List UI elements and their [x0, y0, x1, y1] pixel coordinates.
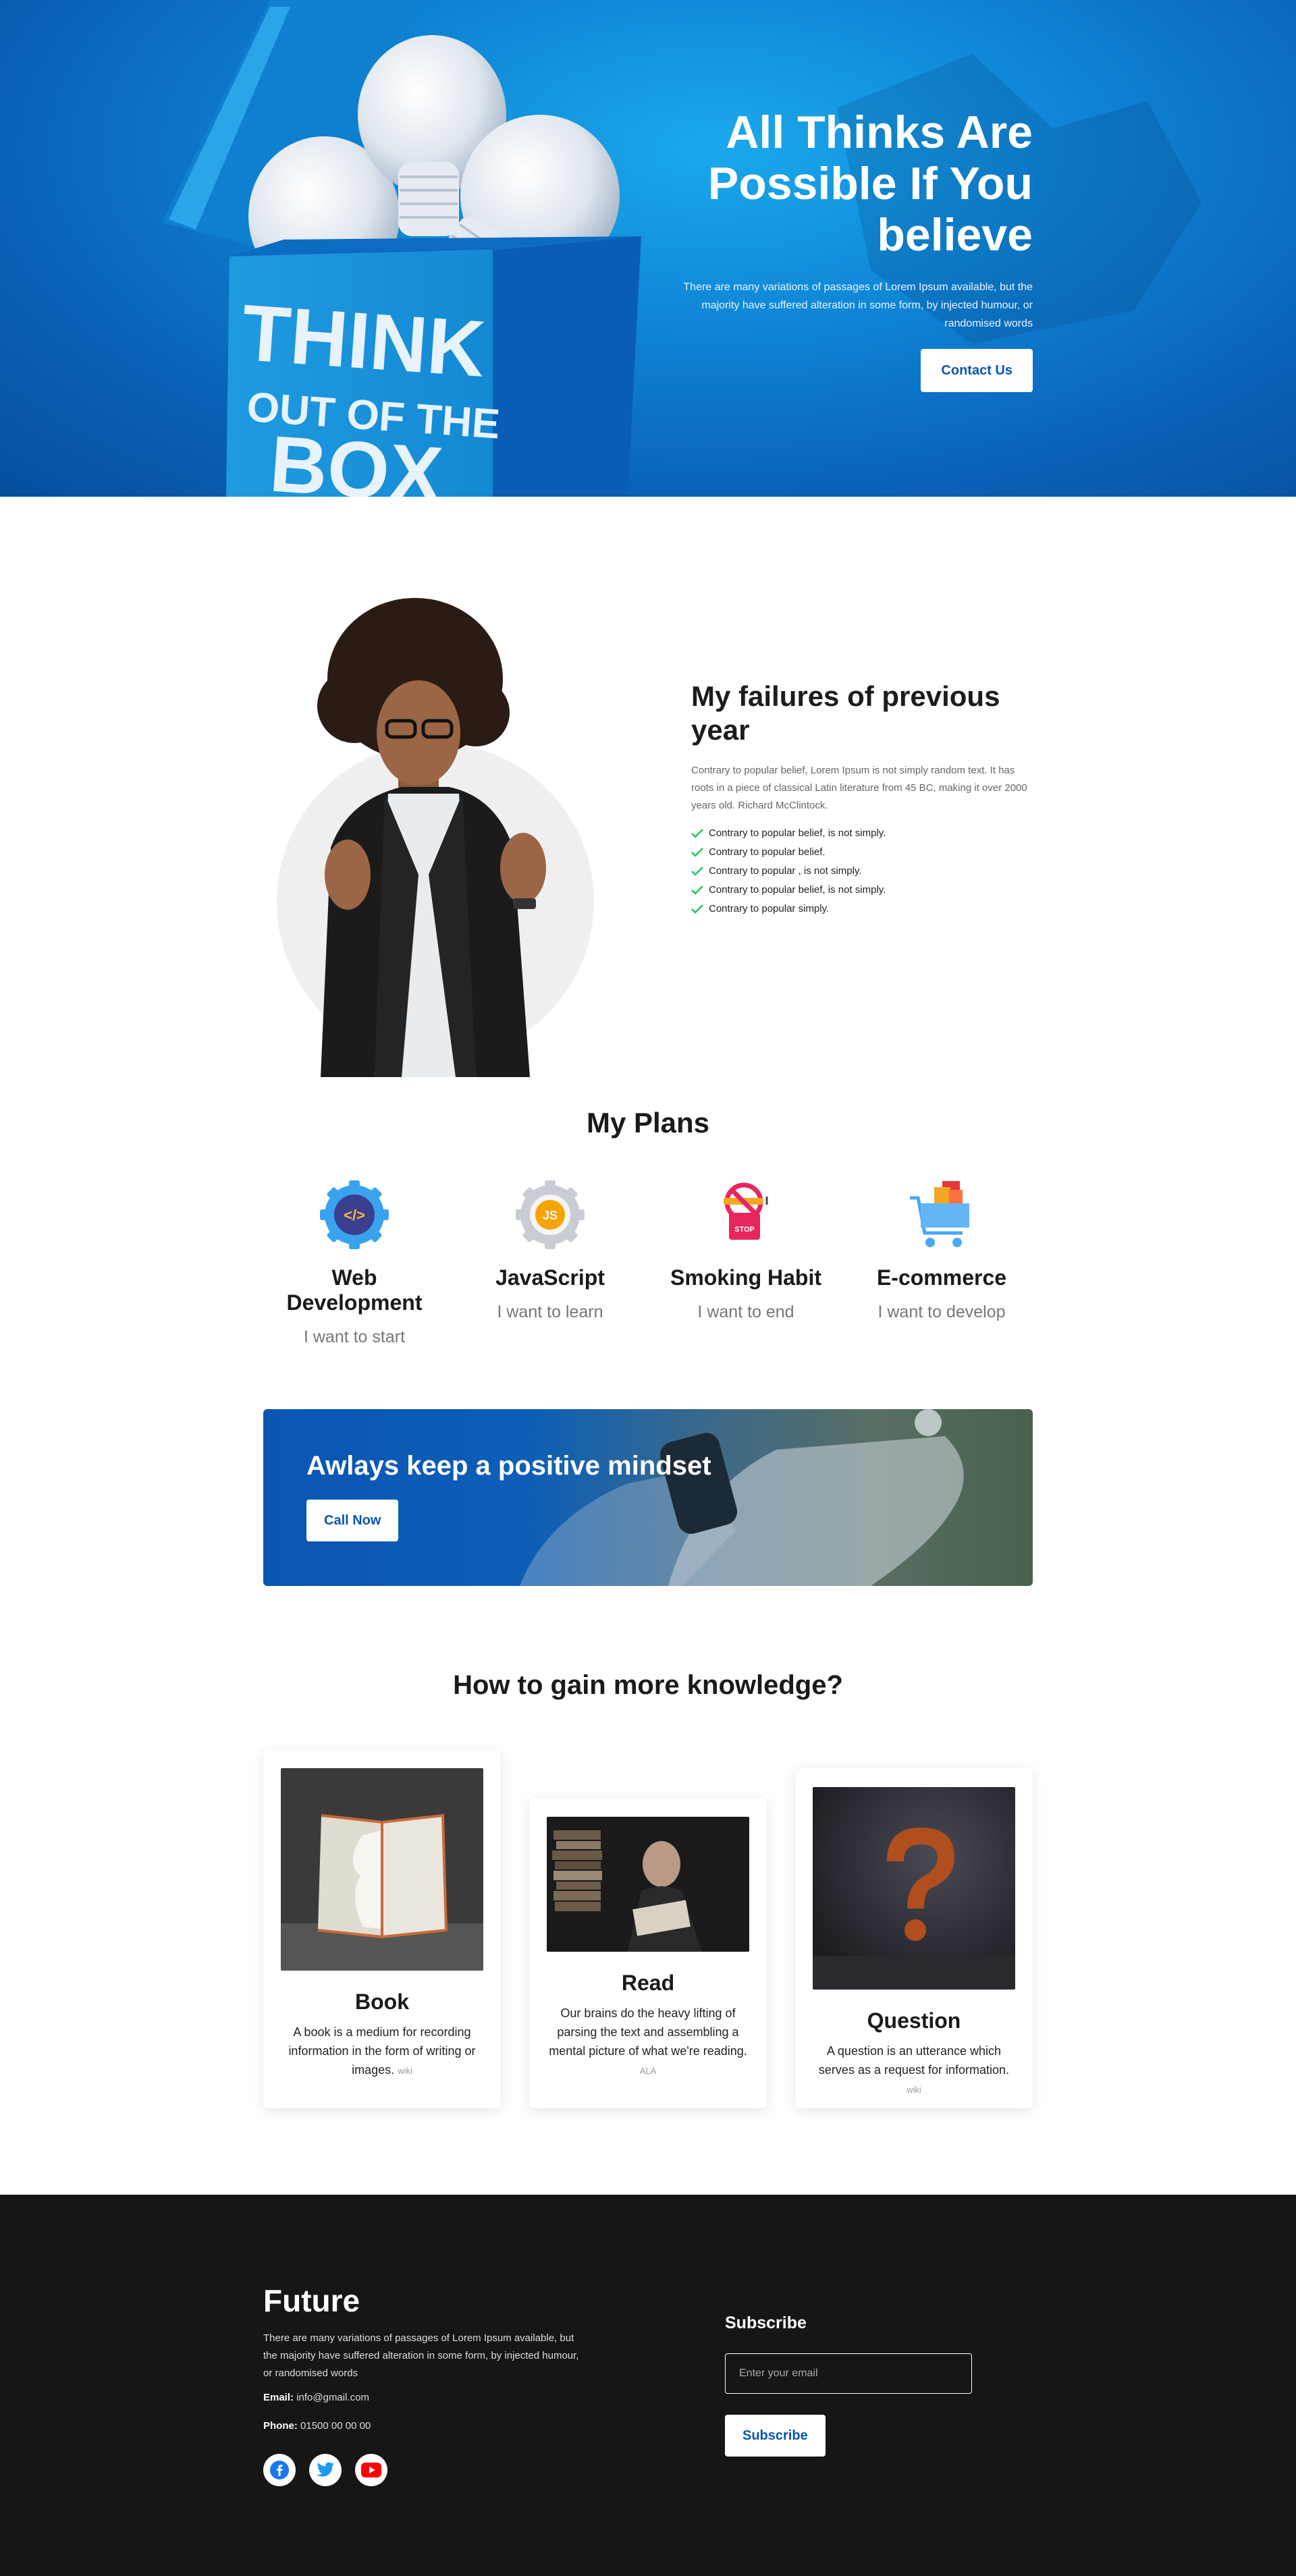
- hero-title: All Thinks Are Possible If You believe: [707, 107, 1033, 261]
- plan-e-commerce: E-commerce I want to develop: [850, 1178, 1033, 1347]
- check-icon: [691, 829, 703, 838]
- hero-art-think: THINK: [239, 288, 488, 394]
- email-label: Email:: [263, 2392, 294, 2403]
- call-now-button[interactable]: Call Now: [306, 1500, 399, 1541]
- card-description: Our brains do the heavy lifting of parsi…: [549, 2006, 747, 2058]
- check-icon: [691, 904, 703, 914]
- plan-subtitle: I want to learn: [497, 1303, 603, 1321]
- failures-description: Contrary to popular belief, Lorem Ipsum …: [691, 765, 1027, 811]
- failures-section: [0, 497, 1296, 1111]
- youtube-icon[interactable]: [355, 2454, 387, 2486]
- card-title: Question: [867, 2008, 961, 2033]
- js-gear-icon: JS: [516, 1180, 585, 1249]
- plans-title: My Plans: [586, 1107, 710, 1139]
- card-text: A question is an utterance which serves …: [795, 2041, 1033, 2100]
- card-source-link[interactable]: ALA: [640, 2066, 657, 2076]
- hero-description: There are many variations of passages of…: [683, 281, 1033, 329]
- subscribe-email-input[interactable]: [725, 2353, 972, 2394]
- card-description: A book is a medium for recording informa…: [288, 2025, 476, 2077]
- facebook-icon[interactable]: [263, 2454, 296, 2486]
- plan-name: Smoking Habit: [670, 1265, 821, 1290]
- check-icon: [691, 848, 703, 857]
- card-text: A book is a medium for recording informa…: [263, 2023, 501, 2081]
- plan-web-development: </> Web Development I want to start: [263, 1178, 446, 1347]
- plan-smoking-habit: STOP Smoking Habit I want to end: [655, 1178, 837, 1347]
- card-question: Question A question is an utterance whic…: [795, 1768, 1033, 2108]
- footer: Future There are many variations of pass…: [0, 2195, 1296, 2576]
- failures-title: My failures of previous year: [691, 680, 1000, 746]
- card-read: Read Our brains do the heavy lifting of …: [529, 1798, 767, 2108]
- card-source-link[interactable]: wiki: [398, 2066, 412, 2076]
- card-text: Our brains do the heavy lifting of parsi…: [529, 2004, 767, 2081]
- plan-name: E-commerce: [876, 1265, 1007, 1290]
- hero-content: All Thinks Are Possible If You believe T…: [655, 107, 1033, 392]
- card-title: Book: [355, 1990, 409, 2014]
- footer-phone: Phone: 01500 00 00 00: [263, 2420, 371, 2432]
- failures-list-item: Contrary to popular belief.: [691, 843, 1035, 862]
- failures-list-item: Contrary to popular belief, is not simpl…: [691, 881, 1035, 900]
- check-icon: [691, 867, 703, 876]
- plan-name: JavaScript: [495, 1265, 605, 1290]
- plans-list: </> Web Development I want to start JS J…: [263, 1178, 1033, 1347]
- plan-javascript: JS JavaScript I want to learn: [459, 1178, 641, 1347]
- mindset-banner: Awlays keep a positive mindset Call Now: [263, 1409, 1033, 1586]
- subscribe-button[interactable]: Subscribe: [725, 2415, 826, 2457]
- failures-list: Contrary to popular belief, is not simpl…: [691, 824, 1035, 919]
- stop-badge: STOP: [734, 1226, 755, 1234]
- card-description: A question is an utterance which serves …: [818, 2044, 1010, 2077]
- contact-us-button[interactable]: Contact Us: [921, 349, 1033, 392]
- js-badge: JS: [543, 1209, 558, 1222]
- hero-art-box: BOX: [267, 419, 446, 497]
- banner-title: Awlays keep a positive mindset: [306, 1451, 711, 1481]
- plan-name: Web Development: [286, 1265, 423, 1315]
- email-value: info@gmail.com: [296, 2392, 369, 2403]
- code-badge: </>: [344, 1207, 365, 1224]
- plan-subtitle: I want to develop: [878, 1303, 1006, 1321]
- check-icon: [691, 885, 703, 895]
- failures-item-text: Contrary to popular belief.: [709, 846, 826, 858]
- failures-list-item: Contrary to popular belief, is not simpl…: [691, 824, 1035, 843]
- card-source-link[interactable]: wiki: [907, 2085, 921, 2095]
- knowledge-title: How to gain more knowledge?: [453, 1670, 843, 1700]
- phone-label: Phone:: [263, 2420, 298, 2432]
- footer-description: There are many variations of passages of…: [263, 2332, 579, 2379]
- twitter-icon[interactable]: [309, 2454, 342, 2486]
- reading-man-image: [547, 1817, 749, 1952]
- footer-brand: Future: [263, 2283, 360, 2318]
- watch-hand-image: [520, 1409, 964, 1586]
- plan-subtitle: I want to start: [303, 1327, 406, 1346]
- woman-portrait-image: [277, 598, 594, 1077]
- code-gear-icon: </>: [320, 1180, 389, 1249]
- failures-item-text: Contrary to popular , is not simply.: [709, 865, 862, 877]
- book-image: [281, 1768, 483, 1971]
- failures-content: My failures of previous year Contrary to…: [691, 680, 1035, 919]
- failures-item-text: Contrary to popular belief, is not simpl…: [709, 884, 886, 896]
- shopping-cart-icon: [910, 1181, 969, 1247]
- hero-section: THINK OUT OF THE BOX All Thinks Are Poss…: [0, 0, 1296, 497]
- no-smoking-icon: STOP: [724, 1182, 768, 1240]
- plan-subtitle: I want to end: [697, 1303, 794, 1321]
- subscribe-title: Subscribe: [725, 2313, 807, 2332]
- failures-list-item: Contrary to popular , is not simply.: [691, 862, 1035, 881]
- card-title: Read: [621, 1971, 675, 1995]
- social-links: [263, 2454, 387, 2486]
- think-out-of-the-box-image: THINK OUT OF THE BOX: [162, 0, 641, 497]
- footer-email: Email: info@gmail.com: [263, 2392, 369, 2403]
- question-mark-image: [813, 1787, 1015, 1990]
- failures-list-item: Contrary to popular simply.: [691, 900, 1035, 919]
- failures-item-text: Contrary to popular simply.: [709, 903, 830, 914]
- phone-value: 01500 00 00 00: [300, 2420, 371, 2432]
- card-book: Book A book is a medium for recording in…: [263, 1749, 501, 2108]
- failures-item-text: Contrary to popular belief, is not simpl…: [709, 827, 886, 839]
